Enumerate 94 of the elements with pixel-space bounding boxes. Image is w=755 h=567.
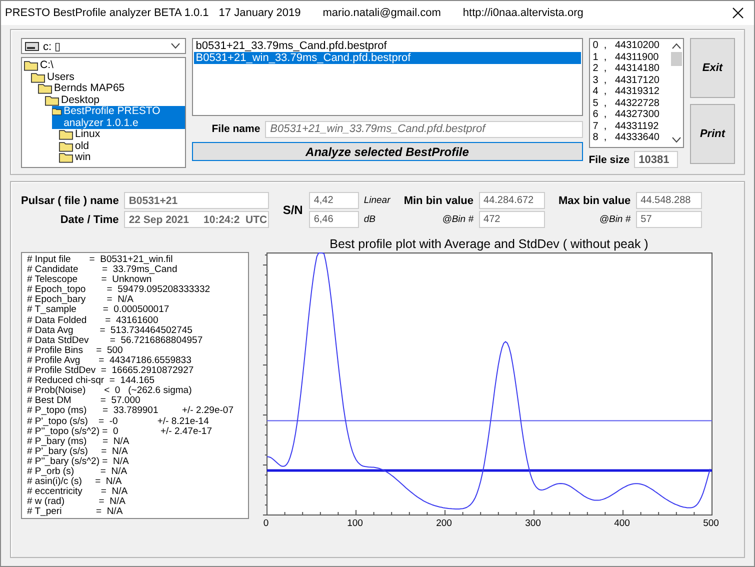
info-line: # Reduced chi-sqr = 144.165: [27, 376, 155, 386]
bin-value-label: Max bin value: [558, 194, 631, 206]
file-item[interactable]: b0531+21_33.79ms_Cand.pfd.bestprof: [194, 40, 581, 52]
chevron-icon: [170, 43, 180, 49]
scroll-down-icon[interactable]: [672, 137, 681, 143]
db-unit: dB: [364, 214, 376, 225]
info-line: # P_bary (ms) = N/A: [27, 436, 130, 447]
bin-list-item[interactable]: 5 , 44322728: [592, 98, 667, 109]
folder-item[interactable]: Desktop: [45, 94, 102, 106]
info-line: # Data Folded = 43161600: [27, 316, 160, 326]
bin-value-field: 44.284.672: [478, 192, 545, 209]
drive-dropdown[interactable]: c: ▯: [21, 38, 186, 54]
drive-icon: [25, 42, 39, 50]
file-size-label: File size: [588, 154, 630, 166]
bin-list-item[interactable]: 0 , 44310200: [592, 40, 667, 52]
release-date: 17 January 2019: [218, 7, 301, 19]
folder-item[interactable]: Linux: [59, 129, 102, 140]
info-line: # Input file = B0531+21_win.fil: [27, 255, 174, 265]
x-tick-label: 500: [703, 518, 719, 529]
author-email: mario.natali@gmail.com: [322, 7, 441, 19]
bin-list-item[interactable]: 4 , 44319312: [592, 86, 667, 98]
folder-icon: [45, 94, 59, 106]
info-line: # Telescope = Unknown: [27, 275, 152, 286]
bin-value-field: 44.548.288: [636, 192, 702, 209]
info-line: # P_orb (s) = N/A: [27, 466, 128, 477]
info-line: # P_topo (ms) = 33.789901 +/- 2.29e-07: [27, 406, 234, 416]
info-line: # Best DM = 57.000: [27, 396, 140, 406]
plot-title: Best profile plot with Average and StdDev ( without peak ): [328, 237, 650, 252]
folder-item[interactable]: BestProfile PRESTO analyzer 1.0.1.e: [52, 106, 185, 129]
info-line: # Data Avg = 513.734464502745: [27, 326, 194, 336]
info-line: # Epoch_topo = 59479.095208333332: [27, 285, 212, 296]
bin-list-item[interactable]: 7 , 44331192: [592, 120, 667, 132]
info-line: # Epoch_bary = N/A: [27, 295, 134, 306]
file-name-label: File name: [212, 123, 260, 135]
file-size-field: 10381: [634, 151, 678, 168]
date-time-field: 22 Sep 2021 10:24:2 UTC: [124, 211, 269, 228]
action-button[interactable]: Print: [690, 104, 735, 164]
window-title: PRESTO BestProfile analyzer BETA 1.0.1: [5, 7, 209, 19]
pulsar-name-label: Pulsar ( file ) name: [21, 194, 119, 206]
bin-value-label: Min bin value: [404, 194, 474, 206]
x-tick-label: 200: [436, 518, 452, 529]
info-line: # asin(i)/c (s) = N/A: [27, 477, 122, 488]
x-tick-label: 400: [614, 518, 630, 529]
bin-list-item[interactable]: 3 , 44317120: [592, 74, 667, 86]
bin-number-label: @Bin #: [598, 214, 631, 225]
bin-number-field: 57: [636, 211, 702, 228]
info-line: # Candidate = 33.79ms_Cand: [27, 265, 178, 276]
bin-number-field: 472: [478, 211, 545, 228]
info-line: # w (rad) = N/A: [27, 497, 126, 508]
folder-icon: [38, 83, 52, 94]
bin-list-item[interactable]: 6 , 44327300: [592, 109, 667, 120]
folder-item[interactable]: Users: [31, 72, 76, 83]
sn-linear-field: 4,42: [308, 192, 359, 209]
x-tick-label: 0: [263, 518, 269, 529]
info-line: # Prob(Noise) < 0 (~262.6 sigma): [27, 386, 193, 396]
linear-unit: Linear: [364, 195, 392, 206]
bin-list-item[interactable]: 8 , 44333640: [592, 132, 667, 144]
info-line: # P''_bary (s/s^2) = N/A: [27, 456, 130, 467]
sn-label: S/N: [282, 203, 303, 217]
file-name-field[interactable]: B0531+21_win_33.79ms_Cand.pfd.bestprof: [265, 120, 583, 138]
bin-list-item[interactable]: 2 , 44314180: [592, 63, 667, 74]
folder-icon: [52, 106, 62, 117]
bin-number-label: @Bin #: [441, 214, 474, 225]
folder-item[interactable]: C:\: [24, 60, 56, 72]
folder-icon: [59, 152, 73, 163]
website-url: http://i0naa.altervista.org: [462, 7, 584, 19]
scroll-thumb[interactable]: [671, 52, 682, 66]
info-line: # P'_topo (s/s) = -0 +/- 8.21e-14: [27, 416, 210, 427]
info-line: # T_peri = N/A: [27, 507, 124, 518]
scroll-up-icon[interactable]: [672, 43, 681, 49]
info-line: # Profile StdDev = 16665.2910872927: [27, 366, 195, 376]
info-line: # Profile Bins = 500: [27, 346, 124, 356]
folder-icon: [31, 72, 45, 82]
info-line: # Data StdDev = 56.7216868804957: [27, 336, 204, 346]
folder-icon: [59, 140, 73, 152]
pulsar-name-field: B0531+21: [124, 192, 269, 209]
sn-db-field: 6,46: [308, 211, 359, 228]
folder-item[interactable]: Bernds MAP65: [38, 83, 127, 94]
file-item[interactable]: B0531+21_win_33.79ms_Cand.pfd.bestprof: [194, 52, 581, 64]
info-line: # Profile Avg = 44347186.6559833: [27, 356, 192, 366]
x-tick-label: 100: [347, 518, 363, 529]
info-line: # eccentricity = N/A: [27, 487, 129, 498]
folder-icon: [24, 60, 38, 71]
close-icon[interactable]: [732, 7, 744, 19]
action-button[interactable]: Exit: [690, 38, 735, 98]
analyze-button[interactable]: Analyze selected BestProfile: [192, 142, 583, 161]
folder-item[interactable]: old: [59, 140, 92, 152]
bin-list-item[interactable]: 1 , 44311900: [592, 52, 667, 63]
folder-item[interactable]: win: [59, 152, 93, 164]
x-tick-label: 300: [525, 518, 541, 529]
info-line: # P''_topo (s/s^2) = 0 +/- 2.47e-17: [27, 426, 213, 437]
info-line: # T_sample = 0.000500017: [27, 305, 170, 316]
info-line: # P'_bary (s/s) = N/A: [27, 446, 129, 457]
date-time-label: Date / Time: [59, 214, 119, 226]
